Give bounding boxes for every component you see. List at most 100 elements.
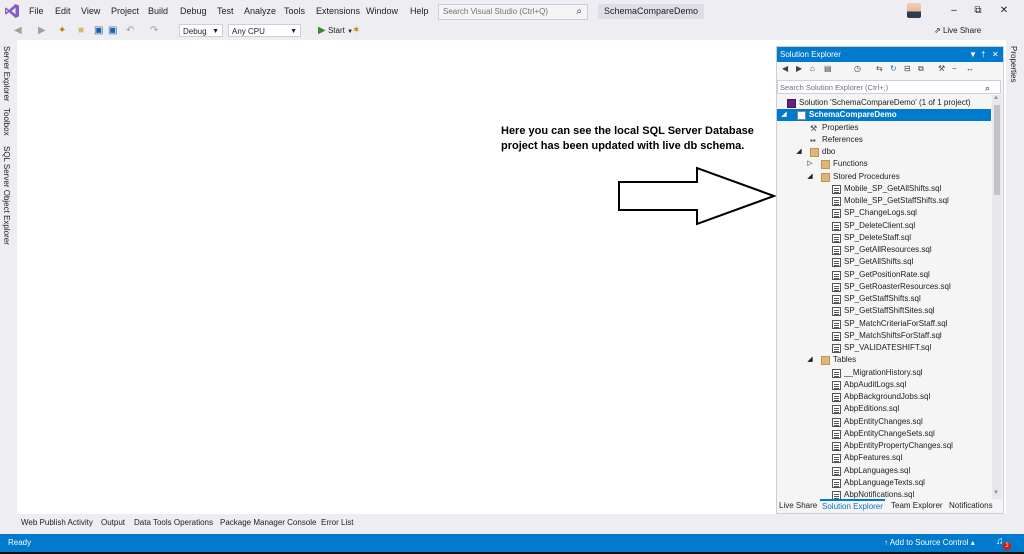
menu-analyze[interactable]: Analyze xyxy=(242,4,278,18)
solution-platform-select[interactable]: Any CPU ▼ xyxy=(228,24,301,37)
tree-file-item[interactable]: SP_DeleteStaff.sql xyxy=(777,232,991,244)
show-all-files-icon[interactable]: ⧉ xyxy=(918,64,924,74)
menu-tools[interactable]: Tools xyxy=(282,4,307,18)
browser-link-icon[interactable]: ✶ xyxy=(352,24,360,38)
expanded-caret-icon[interactable]: ◢ xyxy=(780,109,788,121)
tree-file-item[interactable]: SP_GetStaffShifts.sql xyxy=(777,293,991,305)
save-icon[interactable]: ▣ xyxy=(94,24,103,38)
tree-file-item[interactable]: SP_GetRoasterResources.sql xyxy=(777,281,991,293)
collapsed-caret-icon[interactable]: ▷ xyxy=(806,158,814,170)
tab-toolbox[interactable]: Toolbox xyxy=(2,108,11,136)
live-share-button[interactable]: ⇗ Live Share xyxy=(934,24,981,38)
tree-file-item[interactable]: __MigrationHistory.sql xyxy=(777,367,991,379)
scroll-down-icon[interactable]: ▼ xyxy=(993,490,999,496)
home-icon[interactable]: ⌂ xyxy=(810,64,815,73)
tab-package-manager-console[interactable]: Package Manager Console xyxy=(220,517,317,529)
restore-icon[interactable]: ⧉ xyxy=(970,3,986,19)
undo-icon[interactable]: ↶ xyxy=(126,24,134,38)
pin-icon[interactable]: † xyxy=(981,47,985,62)
tree-file-item[interactable]: Mobile_SP_GetAllShifts.sql xyxy=(777,183,991,195)
tree-file-item[interactable]: AbpAuditLogs.sql xyxy=(777,379,991,391)
tree-file-item[interactable]: SP_MatchShiftsForStaff.sql xyxy=(777,330,991,342)
collapse-all-icon[interactable]: ⊟ xyxy=(904,64,911,73)
redo-icon[interactable]: ↷ xyxy=(150,24,158,38)
menu-edit[interactable]: Edit xyxy=(53,4,73,18)
back-icon[interactable]: ◀ xyxy=(782,64,788,73)
user-avatar[interactable] xyxy=(907,3,921,18)
menu-test[interactable]: Test xyxy=(215,4,236,18)
properties-wrench-icon[interactable]: ⚒ xyxy=(938,64,945,73)
menu-debug[interactable]: Debug xyxy=(178,4,209,18)
tab-error-list[interactable]: Error List xyxy=(321,517,353,529)
tree-file-item[interactable]: SP_MatchCriteriaForStaff.sql xyxy=(777,318,991,330)
tree-file-item[interactable]: SP_GetStaffShiftSites.sql xyxy=(777,305,991,317)
sync-icon[interactable]: ⇆ xyxy=(876,64,883,73)
save-all-icon[interactable]: ▣ xyxy=(108,24,117,38)
menu-project[interactable]: Project xyxy=(109,4,141,18)
tree-file-item[interactable]: SP_DeleteClient.sql xyxy=(777,220,991,232)
tab-solution-explorer[interactable]: Solution Explorer xyxy=(820,499,885,513)
tree-node-functions[interactable]: ▷ Functions xyxy=(777,158,991,170)
menu-view[interactable]: View xyxy=(79,4,102,18)
tab-sql-server-object-explorer[interactable]: SQL Server Object Explorer xyxy=(2,146,11,245)
menu-window[interactable]: Window xyxy=(364,4,400,18)
add-to-source-control-button[interactable]: ↑ Add to Source Control ▴ xyxy=(884,538,975,547)
minimize-icon[interactable]: – xyxy=(946,3,962,19)
menu-help[interactable]: Help xyxy=(408,4,431,18)
new-project-icon[interactable]: ✦ xyxy=(58,24,66,38)
pending-changes-filter-icon[interactable]: ◷ xyxy=(854,64,861,73)
tree-node-schemacomparedemo[interactable]: ◢ SchemaCompareDemo xyxy=(777,109,991,122)
close-icon[interactable]: ✕ xyxy=(992,47,999,62)
scroll-up-icon[interactable]: ▲ xyxy=(993,95,999,101)
close-icon[interactable]: ✕ xyxy=(996,3,1012,19)
tab-properties[interactable]: Properties xyxy=(1009,46,1018,82)
tree-file-item[interactable]: AbpLanguages.sql xyxy=(777,465,991,477)
tab-server-explorer[interactable]: Server Explorer xyxy=(2,46,11,102)
tree-file-item[interactable]: AbpFeatures.sql xyxy=(777,452,991,464)
navigate-forward-icon[interactable]: ▶ xyxy=(38,24,46,38)
tree-file-item[interactable]: AbpNotifications.sql xyxy=(777,489,991,499)
tree-file-item[interactable]: SP_VALIDATESHIFT.sql xyxy=(777,342,991,354)
switch-views-icon[interactable]: ▤ xyxy=(824,64,832,73)
search-input[interactable]: Search Visual Studio (Ctrl+Q) ⌕ xyxy=(438,4,588,20)
window-menu-icon[interactable]: ▼ xyxy=(969,47,977,62)
pin-icon[interactable]: ↔ xyxy=(966,64,974,73)
tab-live-share[interactable]: Live Share xyxy=(779,500,817,512)
expanded-caret-icon[interactable]: ◢ xyxy=(806,171,814,183)
tree-file-item[interactable]: Mobile_SP_GetStaffShifts.sql xyxy=(777,195,991,207)
tab-notifications[interactable]: Notifications xyxy=(949,500,993,512)
tree-node-tables[interactable]: ◢ Tables xyxy=(777,354,991,366)
solution-configuration-select[interactable]: Debug ▼ xyxy=(179,24,223,37)
scrollbar-thumb[interactable] xyxy=(994,105,1000,195)
expanded-caret-icon[interactable]: ◢ xyxy=(806,354,814,366)
tree-file-item[interactable]: SP_GetAllResources.sql xyxy=(777,244,991,256)
refresh-icon[interactable]: ↻ xyxy=(890,64,897,73)
tree-file-item[interactable]: AbpLanguageTexts.sql xyxy=(777,477,991,489)
tree-node-solution-schemacomparedemo-1-of-1-project[interactable]: Solution 'SchemaCompareDemo' (1 of 1 pro… xyxy=(777,97,991,109)
visual-studio-logo-icon[interactable] xyxy=(4,3,20,19)
menu-build[interactable]: Build xyxy=(146,4,170,18)
forward-icon[interactable]: ▶ xyxy=(796,64,802,73)
tree-node-dbo[interactable]: ◢ dbo xyxy=(777,146,991,158)
preview-icon[interactable]: − xyxy=(952,64,957,73)
tree-file-item[interactable]: SP_ChangeLogs.sql xyxy=(777,207,991,219)
open-file-icon[interactable]: ■ xyxy=(78,24,84,38)
tab-data-tools-operations[interactable]: Data Tools Operations xyxy=(134,517,213,529)
solution-explorer-search-input[interactable]: Search Solution Explorer (Ctrl+;) ⌕ xyxy=(777,80,1001,94)
tab-team-explorer[interactable]: Team Explorer xyxy=(891,500,943,512)
tab-web-publish-activity[interactable]: Web Publish Activity xyxy=(21,517,93,529)
menu-extensions[interactable]: Extensions xyxy=(314,4,362,18)
tree-file-item[interactable]: SP_GetPositionRate.sql xyxy=(777,269,991,281)
tree-node-properties[interactable]: ⚒ Properties xyxy=(777,122,991,134)
tree-file-item[interactable]: AbpEditions.sql xyxy=(777,403,991,415)
tree-file-item[interactable]: SP_GetAllShifts.sql xyxy=(777,256,991,268)
tree-node-references[interactable]: ▪▪ References xyxy=(777,134,991,146)
tree-node-stored-procedures[interactable]: ◢ Stored Procedures xyxy=(777,171,991,183)
tree-file-item[interactable]: AbpBackgroundJobs.sql xyxy=(777,391,991,403)
tree-file-item[interactable]: AbpEntityPropertyChanges.sql xyxy=(777,440,991,452)
menu-file[interactable]: File xyxy=(27,4,46,18)
expanded-caret-icon[interactable]: ◢ xyxy=(795,146,803,158)
tab-output[interactable]: Output xyxy=(101,517,125,529)
start-debugging-button[interactable]: ▶ Start ▼ xyxy=(318,24,353,38)
tree-file-item[interactable]: AbpEntityChangeSets.sql xyxy=(777,428,991,440)
